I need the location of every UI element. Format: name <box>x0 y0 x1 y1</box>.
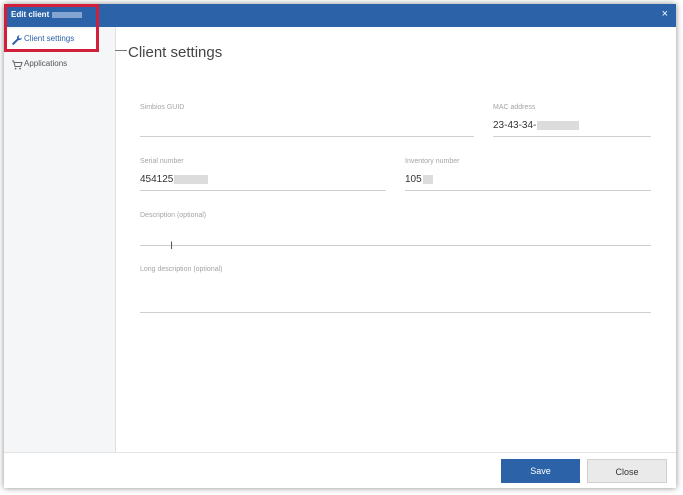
simbios-guid-field[interactable]: Simbios GUID <box>140 104 474 137</box>
field-label: MAC address <box>493 104 536 111</box>
close-button[interactable]: Close <box>587 459 667 483</box>
sidebar-item-applications[interactable]: Applications <box>4 54 98 76</box>
text-cursor-icon: I <box>170 240 174 252</box>
field-value: 105 <box>405 174 433 185</box>
field-underline <box>140 136 474 137</box>
field-value-text: 105 <box>405 174 422 185</box>
dialog-footer: Save Close <box>4 452 676 489</box>
page-title: Client settings <box>128 44 223 61</box>
field-underline <box>140 312 651 313</box>
inventory-number-field[interactable]: Inventory number 105 <box>405 158 651 191</box>
field-label: Serial number <box>140 158 184 165</box>
close-icon[interactable]: × <box>662 8 668 20</box>
sidebar-item-label: Applications <box>24 59 68 68</box>
redacted-value <box>422 174 433 184</box>
field-value: 23-43-34- <box>493 120 580 131</box>
highlight-box <box>4 4 99 52</box>
description-field[interactable]: Description (optional) <box>140 212 651 246</box>
section-divider <box>115 50 127 51</box>
dialog-titlebar: Edit client × <box>4 4 676 27</box>
field-value-text: 23-43-34- <box>493 120 537 131</box>
save-button[interactable]: Save <box>501 459 580 483</box>
mac-address-field[interactable]: MAC address 23-43-34- <box>493 104 651 137</box>
field-value: 454125 <box>140 174 209 185</box>
redacted-value <box>174 174 209 184</box>
long-description-field[interactable]: Long description (optional) <box>140 266 651 313</box>
field-label: Long description (optional) <box>140 266 223 273</box>
redacted-value <box>537 120 580 130</box>
field-underline <box>405 190 651 191</box>
edit-client-dialog: Edit client × Client settings Applicatio… <box>4 4 676 488</box>
field-label: Simbios GUID <box>140 104 185 111</box>
field-underline <box>140 190 386 191</box>
field-underline <box>140 245 651 246</box>
field-value-text: 454125 <box>140 174 174 185</box>
sidebar: Client settings Applications <box>4 27 116 452</box>
field-underline <box>493 136 651 137</box>
serial-number-field[interactable]: Serial number 454125 <box>140 158 386 191</box>
cart-icon <box>12 60 23 70</box>
field-label: Inventory number <box>405 158 460 165</box>
field-label: Description (optional) <box>140 212 207 219</box>
